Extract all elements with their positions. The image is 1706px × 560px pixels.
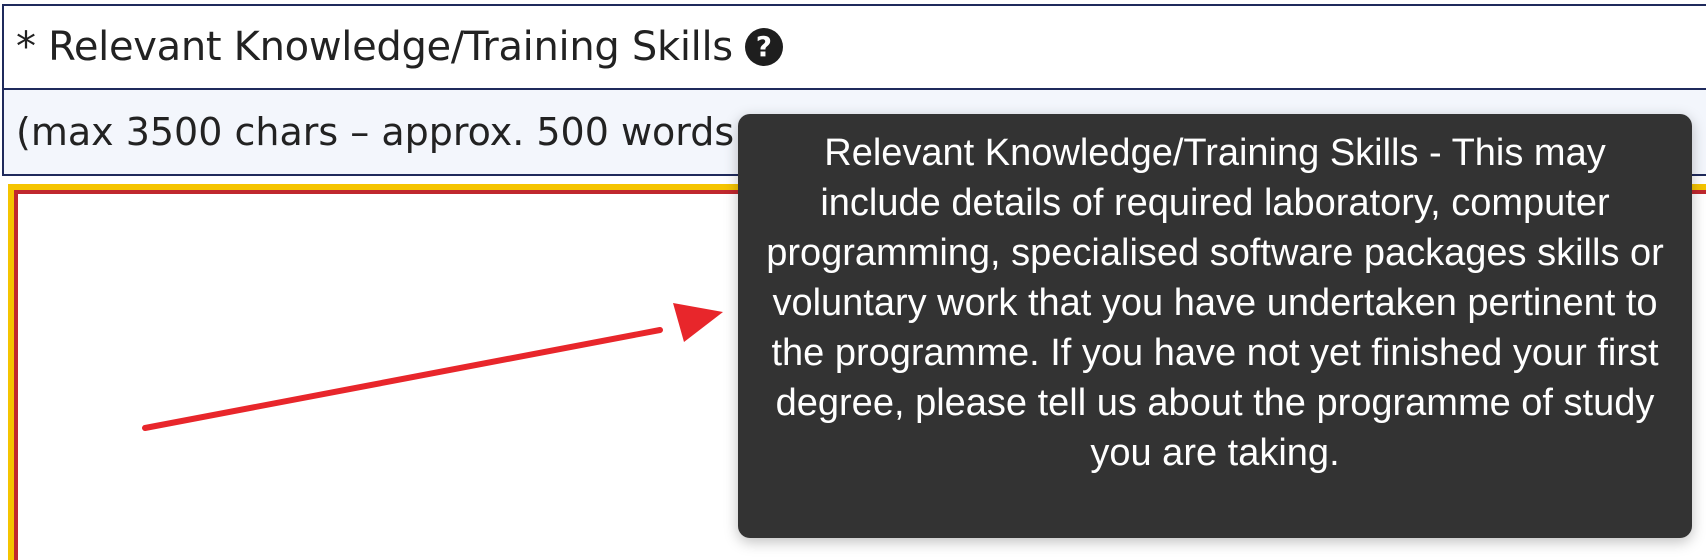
question-circle-icon[interactable]: ? — [744, 28, 783, 66]
required-marker: * — [16, 24, 36, 70]
field-label-text: Relevant Knowledge/Training Skills — [48, 24, 733, 70]
help-tooltip: Relevant Knowledge/Training Skills - Thi… — [738, 114, 1692, 538]
tooltip-text: Relevant Knowledge/Training Skills - Thi… — [766, 132, 1664, 474]
field-label-row: * Relevant Knowledge/Training Skills ? — [2, 6, 1706, 90]
character-limit-hint: (max 3500 chars – approx. 500 words — [16, 110, 735, 154]
field-label: * Relevant Knowledge/Training Skills — [16, 24, 733, 70]
